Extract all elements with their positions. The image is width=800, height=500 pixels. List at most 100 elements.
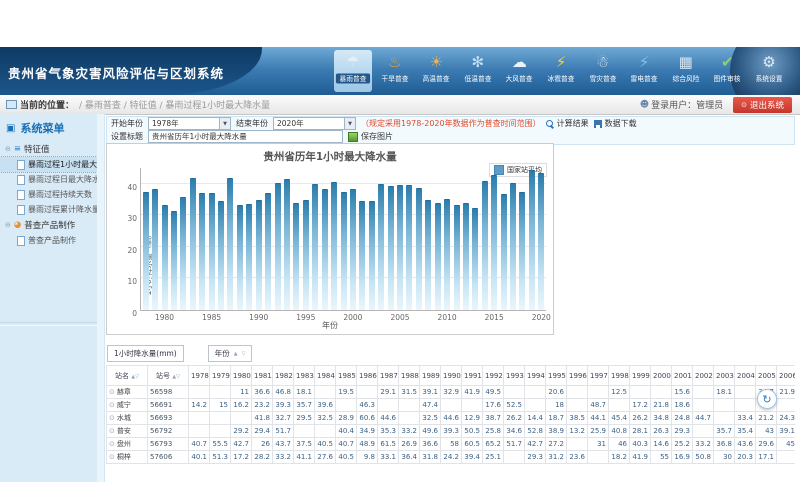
nav-item-干旱普查[interactable]: ♨干旱普查	[376, 50, 414, 92]
expand-icon[interactable]: ⊖	[5, 145, 11, 153]
filter-icon[interactable]: ▽	[135, 374, 139, 380]
value-cell: 40.3	[630, 438, 651, 451]
row-expand-icon[interactable]: ⊙	[109, 388, 115, 396]
value-cell: 41.8	[252, 412, 273, 425]
year-header-1998[interactable]: 1998	[609, 366, 630, 386]
year-header-2004[interactable]: 2004	[735, 366, 756, 386]
sort-asc-icon[interactable]: ▲	[234, 351, 238, 357]
scroll-widget[interactable]: ↻	[757, 389, 777, 409]
value-cell: 17.6	[483, 399, 504, 412]
year-header-1989[interactable]: 1989	[420, 366, 441, 386]
year-header-2003[interactable]: 2003	[714, 366, 735, 386]
value-cell: 24.2	[441, 451, 462, 464]
year-header-1981[interactable]: 1981	[252, 366, 273, 386]
station-name: 赫章	[117, 388, 131, 396]
year-header-1986[interactable]: 1986	[357, 366, 378, 386]
bar-2010	[444, 199, 450, 310]
tree-item-暴雨过程持续天数[interactable]: 暴雨过程持续天数	[0, 187, 97, 202]
value-cell	[735, 399, 756, 412]
calculate-button[interactable]: 计算结果	[546, 118, 589, 129]
year-header-1995[interactable]: 1995	[546, 366, 567, 386]
logout-button[interactable]: ⊙ 退出系统	[733, 97, 792, 113]
year-header-1996[interactable]: 1996	[567, 366, 588, 386]
year-header-1993[interactable]: 1993	[504, 366, 525, 386]
year-header-1983[interactable]: 1983	[294, 366, 315, 386]
year-header-1978[interactable]: 1978	[189, 366, 210, 386]
tree-item-暴雨过程日最大降水量[interactable]: 暴雨过程日最大降水量	[0, 172, 97, 187]
station-id-cell: 56792	[148, 425, 189, 438]
measure-filter-box[interactable]: 1小时降水量(mm)	[107, 345, 184, 362]
year-header-1982[interactable]: 1982	[273, 366, 294, 386]
chart-title-input[interactable]	[148, 130, 343, 143]
row-expand-icon[interactable]: ⊙	[109, 414, 115, 422]
nav-item-图件审核[interactable]: ✔图件审核	[708, 50, 746, 92]
breadcrumb: / 暴雨普查 / 特征值 / 暴雨过程1小时最大降水量	[79, 98, 270, 111]
nav-item-label: 综合风险	[669, 74, 703, 84]
end-year-select[interactable]: 2020年 ▼	[273, 117, 356, 130]
bar-2002	[369, 201, 375, 310]
year-header-2001[interactable]: 2001	[672, 366, 693, 386]
tree-item-普查产品制作[interactable]: 普查产品制作	[0, 233, 97, 248]
filter-icon[interactable]: ▽	[176, 374, 180, 380]
value-cell: 29.1	[378, 386, 399, 399]
value-cell	[504, 451, 525, 464]
sidebar-title: 系统菜单	[20, 120, 64, 136]
year-header-1979[interactable]: 1979	[210, 366, 231, 386]
value-cell: 18.1	[294, 386, 315, 399]
save-image-label: 保存图片	[361, 131, 393, 142]
year-header-1988[interactable]: 1988	[399, 366, 420, 386]
year-header-2006[interactable]: 2006	[777, 366, 796, 386]
station-id-header[interactable]: 站号 ▲▽	[148, 366, 189, 386]
download-button[interactable]: 数据下载	[594, 118, 637, 129]
end-year-value: 2020年	[277, 118, 304, 129]
tree-item-暴雨过程累计降水量[interactable]: 暴雨过程累计降水量	[0, 202, 97, 217]
nav-item-雪灾普查[interactable]: ☃雪灾普查	[584, 50, 622, 92]
station-id-cell: 56793	[148, 438, 189, 451]
year-header-1999[interactable]: 1999	[630, 366, 651, 386]
row-expand-icon[interactable]: ⊙	[109, 453, 115, 461]
tree-node-特征值[interactable]: ⊖≡特征值	[0, 141, 97, 157]
row-expand-icon[interactable]: ⊙	[109, 440, 115, 448]
x-tick-label: 1990	[249, 313, 268, 322]
year-header-2002[interactable]: 2002	[693, 366, 714, 386]
sidebar-divider	[0, 322, 97, 326]
year-header-1990[interactable]: 1990	[441, 366, 462, 386]
year-header-1992[interactable]: 1992	[483, 366, 504, 386]
bar-2013	[472, 208, 478, 310]
year-header-1997[interactable]: 1997	[588, 366, 609, 386]
nav-item-雷电普查[interactable]: ⚡雷电普查	[625, 50, 663, 92]
filter-icon[interactable]: ▽	[242, 351, 246, 357]
year-header-2005[interactable]: 2005	[756, 366, 777, 386]
station-name-header[interactable]: 站名 ▲▽	[107, 366, 148, 386]
value-cell: 26.2	[504, 412, 525, 425]
tree-item-暴雨过程1小时最大降水量[interactable]: 暴雨过程1小时最大降水量	[0, 157, 97, 172]
nav-item-大风普查[interactable]: ☁大风普查	[500, 50, 538, 92]
expand-icon[interactable]: ⊖	[5, 221, 11, 229]
year-header-1987[interactable]: 1987	[378, 366, 399, 386]
start-year-select[interactable]: 1978年 ▼	[148, 117, 231, 130]
row-expand-icon[interactable]: ⊙	[109, 401, 115, 409]
year-header-1984[interactable]: 1984	[315, 366, 336, 386]
nav-item-高温普查[interactable]: ☀高温普查	[417, 50, 455, 92]
nav-item-冰雹普查[interactable]: ⚡冰雹普查	[542, 50, 580, 92]
year-header-1994[interactable]: 1994	[525, 366, 546, 386]
bar-2000	[350, 189, 356, 310]
value-cell: 21.8	[651, 399, 672, 412]
nav-item-低温普查[interactable]: ✻低温普查	[459, 50, 497, 92]
nav-item-系统设置[interactable]: ⚙系统设置	[750, 50, 788, 92]
row-expand-icon[interactable]: ⊙	[109, 427, 115, 435]
year-header-1985[interactable]: 1985	[336, 366, 357, 386]
year-header-2000[interactable]: 2000	[651, 366, 672, 386]
value-cell	[609, 399, 630, 412]
value-cell: 26.9	[399, 438, 420, 451]
panel-splitter[interactable]	[97, 114, 105, 482]
year-header-1991[interactable]: 1991	[462, 366, 483, 386]
save-image-button[interactable]: 保存图片	[348, 131, 393, 142]
value-cell: 38.7	[483, 412, 504, 425]
nav-item-综合风险[interactable]: ▦综合风险	[667, 50, 705, 92]
nav-item-暴雨普查[interactable]: ☂暴雨普查	[334, 50, 372, 92]
value-cell: 50.8	[693, 451, 714, 464]
year-sort-box[interactable]: 年份 ▲ ▽	[208, 345, 253, 362]
year-header-1980[interactable]: 1980	[231, 366, 252, 386]
tree-node-普查产品制作[interactable]: ⊖◕普查产品制作	[0, 217, 97, 233]
